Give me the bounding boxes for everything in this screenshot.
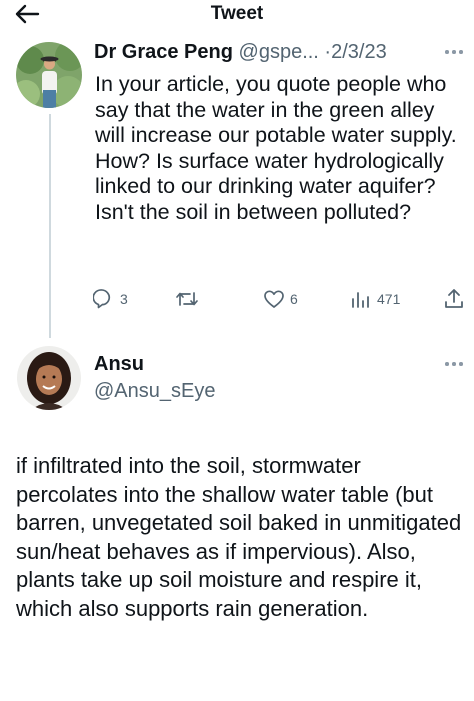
page-title: Tweet <box>210 3 264 24</box>
share-icon <box>445 289 463 308</box>
reply-more-button[interactable] <box>444 358 464 370</box>
views-count: 471 <box>377 291 401 307</box>
top-bar: Tweet <box>0 0 474 30</box>
reply-author-handle[interactable]: @Ansu_sEye <box>94 380 215 403</box>
reply-author-name[interactable]: Ansu <box>94 353 144 376</box>
heart-icon <box>264 290 284 308</box>
tweet-action-bar: 3 6 471 <box>93 286 468 312</box>
retweet-icon <box>176 292 198 306</box>
ansu-avatar[interactable] <box>17 346 81 410</box>
reply-button[interactable]: 3 <box>93 286 128 312</box>
tweet-more-button[interactable] <box>444 46 464 58</box>
share-button[interactable] <box>443 286 465 312</box>
tweet-date[interactable]: 2/3/23 <box>331 41 387 63</box>
views-button[interactable]: 471 <box>350 286 400 312</box>
tweet-header: Dr Grace Peng @gspe... ·2/3/23 <box>94 41 387 64</box>
like-button[interactable]: 6 <box>263 286 298 312</box>
grace-peng-avatar[interactable] <box>16 42 82 108</box>
retweet-button[interactable] <box>175 286 204 312</box>
tweet-text: In your article, you quote people who sa… <box>95 72 457 224</box>
author-name[interactable]: Dr Grace Peng <box>94 41 233 63</box>
reply-count: 3 <box>120 291 128 307</box>
views-icon <box>352 292 369 308</box>
reply-text: if infiltrated into the soil, stormwater… <box>16 453 462 621</box>
reply-icon <box>93 289 111 309</box>
like-count: 6 <box>290 291 298 307</box>
thread-line <box>49 114 51 338</box>
author-handle[interactable]: @gspe... <box>239 41 319 63</box>
